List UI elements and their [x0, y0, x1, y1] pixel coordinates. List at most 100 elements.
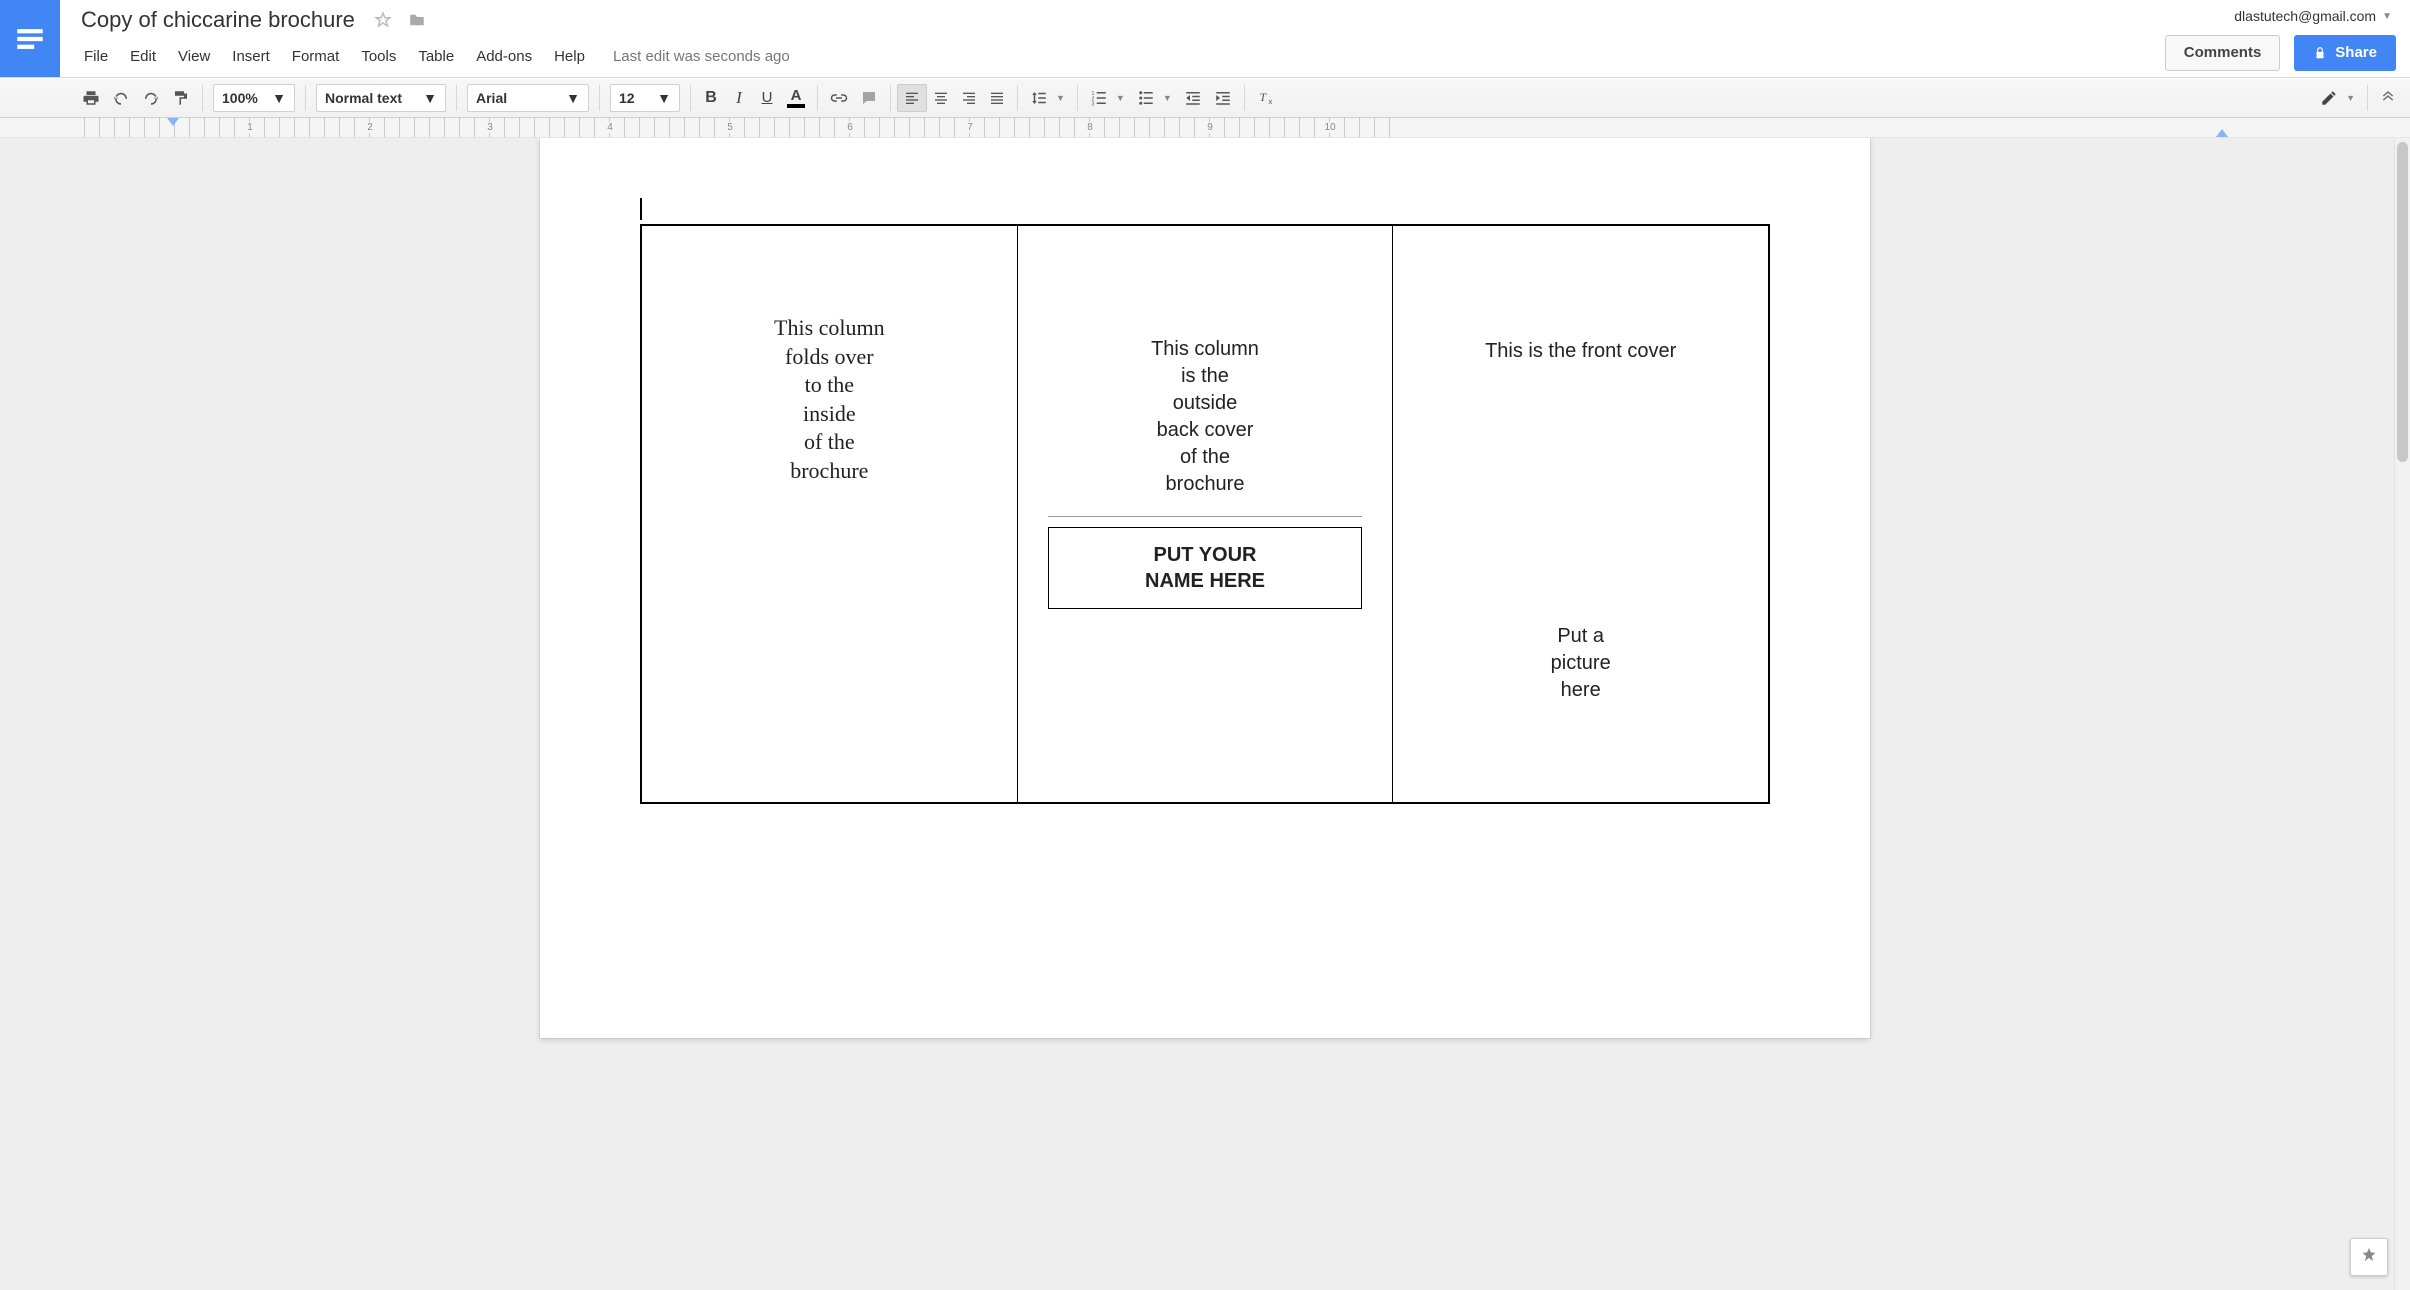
ruler-mark: 4: [605, 122, 615, 133]
ruler-mark: 6: [845, 122, 855, 133]
document-canvas[interactable]: This column folds over to the inside of …: [0, 138, 2410, 1290]
caret-down-icon: ▼: [1056, 93, 1065, 103]
star-button[interactable]: [370, 7, 396, 33]
align-center-icon: [933, 90, 949, 106]
document-title[interactable]: Copy of chiccarine brochure: [74, 4, 362, 36]
menu-edit[interactable]: Edit: [120, 44, 166, 69]
insert-comment-button[interactable]: [854, 84, 884, 112]
menu-format[interactable]: Format: [282, 44, 350, 69]
align-left-button[interactable]: [897, 84, 927, 112]
font-selector[interactable]: Arial ▼: [467, 84, 589, 112]
numbered-list-button[interactable]: 123 ▼: [1084, 84, 1131, 112]
brochure-panel-1[interactable]: This column folds over to the inside of …: [642, 226, 1018, 802]
caret-down-icon: ▼: [2382, 11, 2392, 22]
panel1-text[interactable]: This column folds over to the inside of …: [774, 314, 885, 486]
redo-icon: [142, 89, 160, 107]
menu-table[interactable]: Table: [408, 44, 464, 69]
menu-file[interactable]: File: [74, 44, 118, 69]
panel3-picture-placeholder[interactable]: Put a picture here: [1551, 623, 1611, 704]
lock-icon: [2313, 46, 2327, 60]
underline-button[interactable]: U: [753, 84, 781, 112]
link-icon: [830, 89, 848, 107]
increase-indent-button[interactable]: [1208, 84, 1238, 112]
undo-button[interactable]: [106, 84, 136, 112]
ruler-scale: 1 2 3 4 5 6 7 8 9 10: [70, 118, 2410, 137]
chevron-up-icon: [2380, 90, 2396, 106]
toolbar-separator: [890, 85, 891, 111]
decrease-indent-button[interactable]: [1178, 84, 1208, 112]
bulleted-list-button[interactable]: ▼: [1131, 84, 1178, 112]
text-color-icon: A: [787, 88, 805, 108]
toolbar-separator: [599, 85, 600, 111]
ruler-mark: 10: [1322, 122, 1337, 133]
svg-text:T: T: [1259, 90, 1267, 104]
last-edit-text[interactable]: Last edit was seconds ago: [613, 48, 790, 65]
horizontal-ruler[interactable]: 1 2 3 4 5 6 7 8 9 10: [0, 118, 2410, 138]
print-button[interactable]: [76, 84, 106, 112]
caret-down-icon: ▼: [1163, 93, 1172, 103]
editing-mode-button[interactable]: ▼: [2314, 84, 2361, 112]
brochure-panel-2[interactable]: This column is the outside back cover of…: [1018, 226, 1394, 802]
font-size-value: 12: [619, 90, 635, 106]
text-color-button[interactable]: A: [781, 84, 811, 112]
svg-text:3: 3: [1091, 101, 1094, 107]
bold-button[interactable]: B: [697, 84, 725, 112]
paragraph-style-selector[interactable]: Normal text ▼: [316, 84, 446, 112]
caret-down-icon: ▼: [272, 90, 286, 106]
panel2-text[interactable]: This column is the outside back cover of…: [1151, 336, 1259, 498]
first-line-indent-marker[interactable]: [167, 118, 179, 126]
right-indent-marker[interactable]: [2216, 129, 2228, 137]
explore-button[interactable]: [2350, 1238, 2388, 1276]
docs-header: Copy of chiccarine brochure File Edit Vi…: [0, 0, 2410, 78]
font-value: Arial: [476, 90, 507, 106]
explore-icon: [2358, 1246, 2380, 1268]
paint-roller-icon: [172, 89, 190, 107]
menu-insert[interactable]: Insert: [222, 44, 280, 69]
header-main: Copy of chiccarine brochure File Edit Vi…: [60, 0, 2151, 77]
brochure-table[interactable]: This column folds over to the inside of …: [640, 224, 1770, 804]
menu-tools[interactable]: Tools: [351, 44, 406, 69]
comments-button[interactable]: Comments: [2165, 35, 2281, 71]
account-email: dlastutech@gmail.com: [2234, 8, 2376, 24]
paint-format-button[interactable]: [166, 84, 196, 112]
share-button[interactable]: Share: [2294, 35, 2396, 71]
pencil-icon: [2320, 89, 2338, 107]
clear-formatting-button[interactable]: Tx: [1251, 84, 1283, 112]
menu-addons[interactable]: Add-ons: [466, 44, 542, 69]
docs-logo[interactable]: [0, 0, 60, 77]
align-right-button[interactable]: [955, 84, 983, 112]
align-justify-icon: [989, 90, 1005, 106]
ruler-mark: 5: [725, 122, 735, 133]
align-left-icon: [904, 90, 920, 106]
svg-text:x: x: [1268, 97, 1272, 106]
align-justify-button[interactable]: [983, 84, 1011, 112]
text-cursor: [640, 198, 642, 220]
undo-icon: [112, 89, 130, 107]
collapse-toolbar-button[interactable]: [2374, 84, 2402, 112]
caret-down-icon: ▼: [2346, 93, 2355, 103]
insert-link-button[interactable]: [824, 84, 854, 112]
toolbar-separator: [1017, 85, 1018, 111]
comments-label: Comments: [2184, 44, 2262, 61]
account-switcher[interactable]: dlastutech@gmail.com ▼: [2234, 8, 2392, 24]
move-to-folder-button[interactable]: [404, 7, 430, 33]
zoom-selector[interactable]: 100% ▼: [213, 84, 295, 112]
cursor-line: [640, 198, 1770, 220]
vertical-scrollbar[interactable]: [2394, 138, 2410, 1290]
redo-button[interactable]: [136, 84, 166, 112]
font-size-selector[interactable]: 12 ▼: [610, 84, 680, 112]
italic-button[interactable]: I: [725, 84, 753, 112]
scrollbar-thumb[interactable]: [2397, 142, 2408, 462]
page[interactable]: This column folds over to the inside of …: [540, 138, 1870, 1038]
indent-increase-icon: [1214, 89, 1232, 107]
panel2-name-box[interactable]: PUT YOUR NAME HERE: [1048, 527, 1363, 609]
menu-view[interactable]: View: [168, 44, 220, 69]
line-spacing-button[interactable]: ▼: [1024, 84, 1071, 112]
caret-down-icon: ▼: [657, 90, 671, 106]
panel3-title[interactable]: This is the front cover: [1485, 340, 1676, 363]
brochure-panel-3[interactable]: This is the front cover Put a picture he…: [1393, 226, 1768, 802]
align-center-button[interactable]: [927, 84, 955, 112]
align-right-icon: [961, 90, 977, 106]
docs-icon: [13, 22, 47, 56]
menu-help[interactable]: Help: [544, 44, 595, 69]
